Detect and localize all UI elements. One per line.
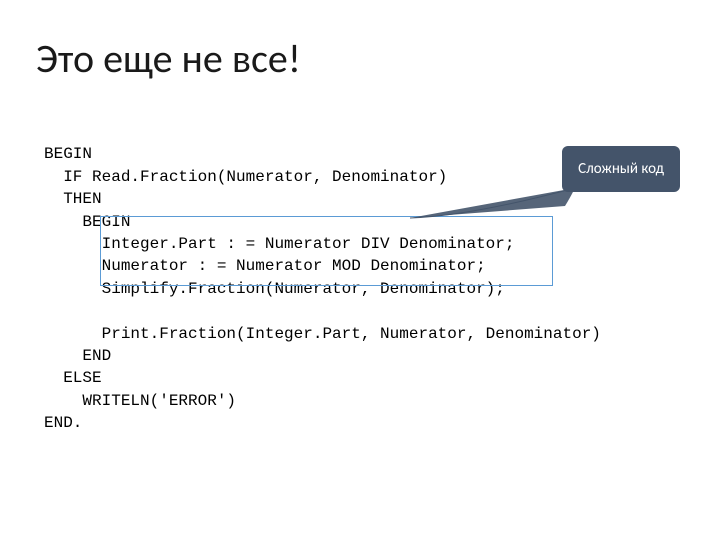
code-line: END. [44, 414, 82, 432]
code-line: IF Read.Fraction(Numerator, Denominator) [44, 168, 447, 186]
code-line: Print.Fraction(Integer.Part, Numerator, … [44, 325, 601, 343]
code-line: BEGIN [44, 213, 130, 231]
code-line: END [44, 347, 111, 365]
code-line: Numerator : = Numerator MOD Denominator; [44, 257, 486, 275]
code-line: ELSE [44, 369, 102, 387]
code-line: THEN [44, 190, 102, 208]
slide-title: Это еще не все! [0, 0, 720, 83]
code-block: BEGIN IF Read.Fraction(Numerator, Denomi… [0, 83, 720, 434]
code-line: Integer.Part : = Numerator DIV Denominat… [44, 235, 514, 253]
code-line: WRITELN('ERROR') [44, 392, 236, 410]
code-line: Simplify.Fraction(Numerator, Denominator… [44, 280, 505, 298]
code-line: BEGIN [44, 145, 92, 163]
callout-label: Сложный код [562, 146, 680, 192]
